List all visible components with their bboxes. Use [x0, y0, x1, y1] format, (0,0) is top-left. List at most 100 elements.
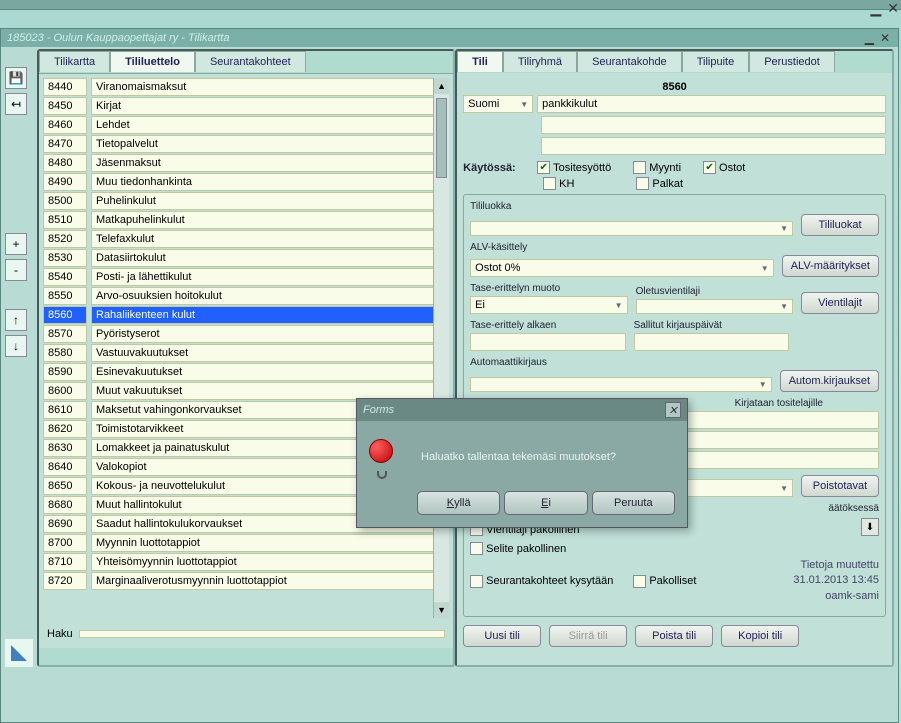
checkbox-ostot[interactable]: ✔	[703, 161, 716, 174]
account-name[interactable]: Puhelinkulut	[91, 192, 449, 210]
checkbox-myynti[interactable]	[633, 161, 646, 174]
account-name[interactable]: Rahaliikenteen kulut	[91, 306, 449, 324]
poista-tili-button[interactable]: Poista tili	[635, 625, 713, 647]
plus-button[interactable]: +	[5, 233, 27, 255]
account-row[interactable]: 8440Viranomaismaksut	[43, 78, 449, 96]
account-row[interactable]: 8580Vastuuvakuutukset	[43, 344, 449, 362]
account-code[interactable]: 8560	[43, 306, 87, 324]
account-name[interactable]: Matkapuhelinkulut	[91, 211, 449, 229]
account-row[interactable]: 8460Lehdet	[43, 116, 449, 134]
account-name[interactable]: Datasiirtokulut	[91, 249, 449, 267]
account-name[interactable]: Kirjat	[91, 97, 449, 115]
minimize-icon[interactable]: ▁	[868, 0, 883, 17]
dialog-yes-button[interactable]: Kyllä	[417, 491, 500, 515]
account-row[interactable]: 8540Posti- ja lähettikulut	[43, 268, 449, 286]
account-name[interactable]: Posti- ja lähettikulut	[91, 268, 449, 286]
tab-tilikartta[interactable]: Tilikartta	[39, 51, 110, 72]
account-name[interactable]: Tietopalvelut	[91, 135, 449, 153]
autokirjaus-select[interactable]: ▼	[470, 377, 772, 392]
account-row[interactable]: 8570Pyöristyserot	[43, 325, 449, 343]
checkbox-pakolliset[interactable]	[633, 575, 646, 588]
tab-tilipuite[interactable]: Tilipuite	[682, 51, 750, 72]
account-code[interactable]: 8600	[43, 382, 87, 400]
account-row[interactable]: 8710Yhteisömyynnin luottotappiot	[43, 553, 449, 571]
account-row[interactable]: 8530Datasiirtokulut	[43, 249, 449, 267]
account-name[interactable]: Vastuuvakuutukset	[91, 344, 449, 362]
checkbox-palkat[interactable]	[636, 177, 649, 190]
alv-select[interactable]: Ostot 0%▼	[470, 259, 774, 277]
account-name[interactable]: Pyöristyserot	[91, 325, 449, 343]
account-code[interactable]: 8580	[43, 344, 87, 362]
account-name[interactable]: Muu tiedonhankinta	[91, 173, 449, 191]
account-name[interactable]: Telefaxkulut	[91, 230, 449, 248]
account-code[interactable]: 8480	[43, 154, 87, 172]
vientilajit-button[interactable]: Vientilajit	[801, 292, 879, 314]
account-code[interactable]: 8710	[43, 553, 87, 571]
exit-icon[interactable]: ↤	[5, 93, 27, 115]
account-name[interactable]: Marginaaliverotusmyynnin luottotappiot	[91, 572, 449, 590]
tililuokka-select[interactable]: ▼	[470, 221, 793, 236]
account-code[interactable]: 8590	[43, 363, 87, 381]
save-icon[interactable]: 💾	[5, 67, 27, 89]
download-icon[interactable]: ⬇	[861, 518, 879, 536]
account-code[interactable]: 8640	[43, 458, 87, 476]
account-row[interactable]: 8550Arvo-osuuksien hoitokulut	[43, 287, 449, 305]
window-minimize-icon[interactable]: ▁	[863, 31, 876, 45]
scroll-down-icon[interactable]: ▼	[434, 602, 449, 618]
tab-seurantakohteet[interactable]: Seurantakohteet	[195, 51, 306, 72]
uusi-tili-button[interactable]: Uusi tili	[463, 625, 541, 647]
checkbox-kh[interactable]	[543, 177, 556, 190]
account-code[interactable]: 8610	[43, 401, 87, 419]
nav-triangle-icon[interactable]	[5, 639, 33, 667]
tab-perustiedot[interactable]: Perustiedot	[749, 51, 835, 72]
account-code[interactable]: 8720	[43, 572, 87, 590]
account-row[interactable]: 8470Tietopalvelut	[43, 135, 449, 153]
scrollbar-vertical[interactable]: ▲ ▼	[433, 78, 449, 618]
account-name[interactable]: Esinevakuutukset	[91, 363, 449, 381]
checkbox-tositesyotto[interactable]: ✔	[537, 161, 550, 174]
tab-tililuettelo[interactable]: Tililuettelo	[110, 51, 195, 72]
account-name[interactable]: Myynnin luottotappiot	[91, 534, 449, 552]
account-name[interactable]: Arvo-osuuksien hoitokulut	[91, 287, 449, 305]
account-name-field-2[interactable]	[541, 116, 886, 134]
account-row[interactable]: 8590Esinevakuutukset	[43, 363, 449, 381]
account-code[interactable]: 8630	[43, 439, 87, 457]
dialog-close-icon[interactable]: ✕	[665, 402, 681, 418]
account-name[interactable]: Yhteisömyynnin luottotappiot	[91, 553, 449, 571]
account-code[interactable]: 8510	[43, 211, 87, 229]
account-code[interactable]: 8650	[43, 477, 87, 495]
account-code[interactable]: 8530	[43, 249, 87, 267]
kopioi-tili-button[interactable]: Kopioi tili	[721, 625, 799, 647]
checkbox-seuranta-kys[interactable]	[470, 575, 483, 588]
account-row[interactable]: 8500Puhelinkulut	[43, 192, 449, 210]
account-row[interactable]: 8510Matkapuhelinkulut	[43, 211, 449, 229]
account-list[interactable]: 8440Viranomaismaksut8450Kirjat8460Lehdet…	[43, 78, 449, 618]
account-row[interactable]: 8560Rahaliikenteen kulut	[43, 306, 449, 324]
account-row[interactable]: 8700Myynnin luottotappiot	[43, 534, 449, 552]
account-code[interactable]: 8470	[43, 135, 87, 153]
sallitut-field[interactable]	[634, 333, 789, 351]
close-icon[interactable]: ✕	[885, 0, 901, 17]
account-code[interactable]: 8460	[43, 116, 87, 134]
account-code[interactable]: 8700	[43, 534, 87, 552]
account-code[interactable]: 8450	[43, 97, 87, 115]
account-code[interactable]: 8620	[43, 420, 87, 438]
scroll-up-icon[interactable]: ▲	[434, 78, 449, 94]
poistotavat-button[interactable]: Poistotavat	[801, 475, 879, 497]
account-name-field-3[interactable]	[541, 137, 886, 155]
account-code[interactable]: 8540	[43, 268, 87, 286]
account-row[interactable]: 8480Jäsenmaksut	[43, 154, 449, 172]
account-code[interactable]: 8440	[43, 78, 87, 96]
account-row[interactable]: 8450Kirjat	[43, 97, 449, 115]
tosite-field-2[interactable]	[679, 431, 879, 449]
search-input[interactable]	[79, 630, 445, 638]
account-code[interactable]: 8520	[43, 230, 87, 248]
account-code[interactable]: 8680	[43, 496, 87, 514]
account-row[interactable]: 8520Telefaxkulut	[43, 230, 449, 248]
tosite-field-1[interactable]	[679, 411, 879, 429]
account-name[interactable]: Lehdet	[91, 116, 449, 134]
oletus-select[interactable]: ▼	[636, 299, 793, 314]
arrow-down-button[interactable]: ↓	[5, 335, 27, 357]
account-code[interactable]: 8500	[43, 192, 87, 210]
siirra-tili-button[interactable]: Siirrä tili	[549, 625, 627, 647]
